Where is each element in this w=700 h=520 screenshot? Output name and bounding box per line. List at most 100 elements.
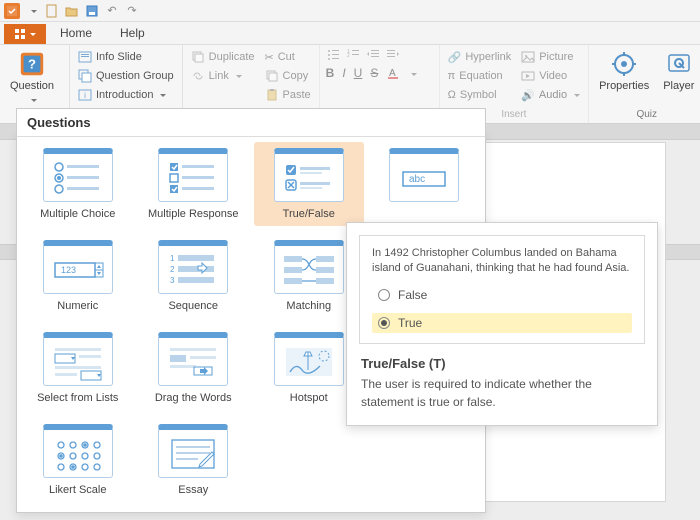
tile-label: Select from Lists [37, 392, 118, 404]
introduction-label: Introduction [96, 89, 153, 101]
film-icon [521, 69, 535, 83]
tile-sequence[interactable]: 1 2 3 Sequence [139, 234, 249, 318]
wrench-icon [665, 50, 693, 78]
tooltip-option-false: False [372, 285, 632, 305]
tile-likert-scale[interactable]: Likert Scale [23, 418, 133, 502]
omega-icon: Ω [448, 89, 456, 101]
multiple-choice-icon [43, 148, 113, 202]
tile-label [423, 208, 426, 220]
tile-short-answer[interactable]: abc [370, 142, 480, 226]
svg-text:1: 1 [170, 254, 175, 263]
tile-label: True/False [283, 208, 335, 220]
multiple-response-icon [158, 148, 228, 202]
tooltip-preview-text: In 1492 Christopher Columbus landed on B… [372, 246, 632, 277]
tile-label: Drag the Words [155, 392, 232, 404]
tooltip-card: In 1492 Christopher Columbus landed on B… [346, 222, 658, 426]
tile-label: Matching [286, 300, 331, 312]
tile-true-false[interactable]: True/False [254, 142, 364, 226]
numbered-list-icon: 12 [346, 48, 360, 62]
copy-label: Copy [283, 70, 309, 82]
hotspot-icon [274, 332, 344, 386]
tooltip-option-true: True [372, 313, 632, 333]
tile-label: Numeric [57, 300, 98, 312]
tile-select-from-lists[interactable]: Select from Lists [23, 326, 133, 410]
tooltip-title: True/False (T) [347, 356, 657, 375]
question-button-label: Question [10, 80, 54, 92]
question-icon: ? [18, 50, 46, 78]
gear-icon [610, 50, 638, 78]
equation-button: πEquation [446, 67, 514, 85]
hyperlink-button: 🔗Hyperlink [446, 48, 514, 66]
tile-label: Likert Scale [49, 484, 106, 496]
option-true-label: True [398, 316, 422, 330]
player-label: Player [663, 80, 694, 92]
option-false-label: False [398, 288, 427, 302]
tooltip-preview: In 1492 Christopher Columbus landed on B… [359, 235, 645, 344]
question-group-button[interactable]: Question Group [76, 67, 176, 85]
new-icon[interactable] [44, 3, 60, 19]
file-tab[interactable] [4, 24, 46, 44]
tile-essay[interactable]: Essay [139, 418, 249, 502]
question-group-label: Question Group [96, 70, 174, 82]
video-button: Video [519, 67, 582, 85]
select-lists-icon [43, 332, 113, 386]
info-slide-label: Info Slide [96, 51, 142, 63]
copy-button: Copy [263, 67, 313, 85]
qat-dropdown[interactable] [24, 3, 40, 19]
indent-icon [386, 48, 400, 62]
audio-button[interactable]: 🔊Audio [519, 86, 582, 104]
svg-text:2: 2 [170, 265, 175, 274]
underline-button: U [354, 66, 363, 80]
cut-button: ✂ Cut [263, 48, 313, 66]
radio-icon [378, 289, 390, 301]
player-button[interactable]: Player [659, 48, 698, 94]
info-slide-button[interactable]: Info Slide [76, 48, 176, 66]
tooltip-description: The user is required to indicate whether… [347, 375, 657, 425]
tile-multiple-response[interactable]: Multiple Response [139, 142, 249, 226]
tile-drag-the-words[interactable]: Drag the Words [139, 326, 249, 410]
svg-text:123: 123 [61, 265, 76, 275]
questions-dropdown-header: Questions [16, 108, 486, 137]
redo-icon[interactable]: ↷ [124, 3, 140, 19]
svg-text:abc: abc [409, 174, 425, 185]
essay-icon [158, 424, 228, 478]
tile-numeric[interactable]: 123 Numeric [23, 234, 133, 318]
pi-icon: π [448, 70, 456, 82]
tile-label: Sequence [168, 300, 218, 312]
tile-multiple-choice[interactable]: Multiple Choice [23, 142, 133, 226]
svg-text:?: ? [28, 57, 36, 72]
tab-home[interactable]: Home [46, 22, 106, 44]
cut-label: Cut [278, 51, 295, 63]
chevron-down-icon [408, 66, 417, 80]
tab-help[interactable]: Help [106, 22, 159, 44]
scissors-icon: ✂ [265, 51, 274, 64]
sequence-icon: 1 2 3 [158, 240, 228, 294]
true-false-icon [274, 148, 344, 202]
font-color-icon: A [386, 66, 400, 80]
strike-button: S [370, 66, 378, 80]
svg-text:3: 3 [170, 276, 175, 285]
paste-label: Paste [283, 89, 311, 101]
outdent-icon [366, 48, 380, 62]
speaker-icon: 🔊 [521, 89, 535, 102]
italic-button: I [342, 66, 345, 80]
numeric-icon: 123 [43, 240, 113, 294]
save-icon[interactable] [84, 3, 100, 19]
duplicate-button: Duplicate [189, 48, 257, 66]
undo-icon[interactable]: ↶ [104, 3, 120, 19]
bold-button: B [326, 66, 335, 80]
drag-words-icon [158, 332, 228, 386]
introduction-button[interactable]: i Introduction [76, 86, 176, 104]
tile-label: Multiple Response [148, 208, 239, 220]
properties-button[interactable]: Properties [595, 48, 653, 94]
tab-strip: Home Help [0, 22, 700, 44]
likert-icon [43, 424, 113, 478]
properties-label: Properties [599, 80, 649, 92]
matching-icon [274, 240, 344, 294]
link-label: Link [209, 70, 229, 82]
open-icon[interactable] [64, 3, 80, 19]
question-button[interactable]: ? Question [6, 48, 58, 108]
symbol-button: ΩSymbol [446, 86, 514, 104]
svg-text:i: i [84, 91, 86, 100]
chevron-down-icon [28, 94, 37, 106]
